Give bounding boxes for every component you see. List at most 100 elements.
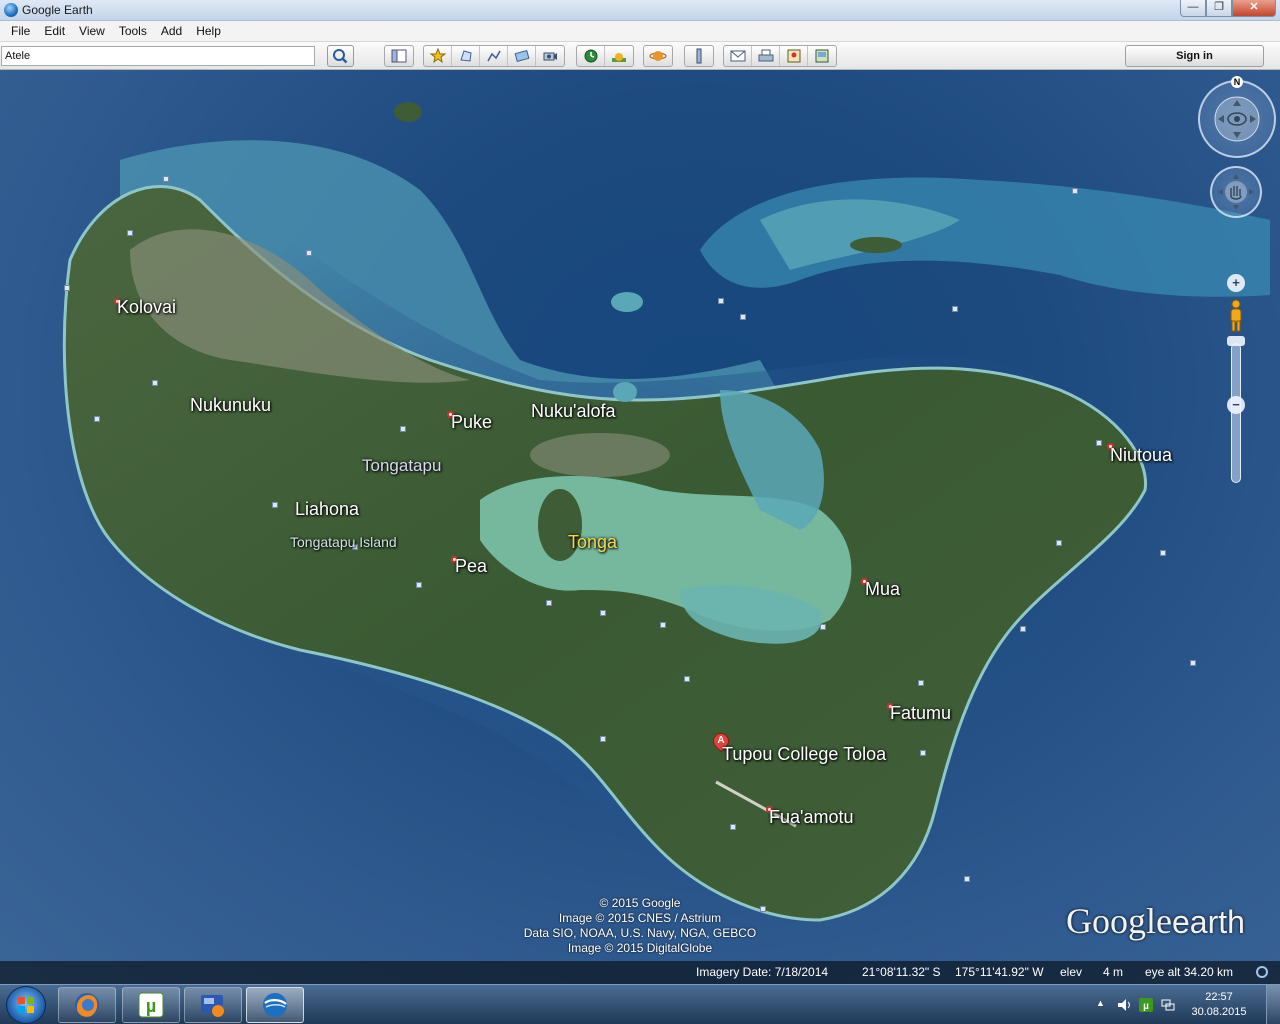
network-icon[interactable] bbox=[1160, 997, 1176, 1013]
earth-map-view[interactable]: A Kolovai Nukunuku Puke Nuku'alofa Tonga… bbox=[0, 70, 1280, 984]
compass-north-indicator[interactable]: N bbox=[1231, 76, 1243, 88]
sidebar-icon bbox=[391, 49, 407, 63]
ruler-group bbox=[684, 45, 714, 67]
sign-in-button[interactable]: Sign in bbox=[1125, 45, 1264, 67]
road-marker bbox=[127, 230, 133, 236]
sidebar-toggle-button[interactable] bbox=[385, 46, 413, 66]
imagery-attribution: © 2015 Google Image © 2015 CNES / Astriu… bbox=[500, 896, 780, 956]
road-marker bbox=[64, 285, 70, 291]
road-marker bbox=[163, 176, 169, 182]
road-marker bbox=[718, 298, 724, 304]
road-marker bbox=[600, 736, 606, 742]
label-fatumu[interactable]: Fatumu bbox=[890, 703, 951, 724]
road-marker bbox=[1072, 188, 1078, 194]
save-image-icon bbox=[815, 49, 829, 63]
label-niutoua[interactable]: Niutoua bbox=[1110, 445, 1172, 466]
label-nukunuku[interactable]: Nukunuku bbox=[190, 395, 271, 416]
label-tongatapu-island[interactable]: Tongatapu Island bbox=[290, 534, 397, 550]
road-marker bbox=[1096, 440, 1102, 446]
taskbar-firefox[interactable] bbox=[58, 987, 116, 1023]
planet-group bbox=[643, 45, 673, 67]
camera-icon bbox=[543, 52, 557, 61]
taskbar-clock[interactable]: 22:57 30.08.2015 bbox=[1184, 990, 1254, 1020]
maximize-button[interactable]: ❐ bbox=[1206, 0, 1232, 17]
attribution-line: © 2015 Google bbox=[599, 896, 681, 910]
close-button[interactable]: ✕ bbox=[1232, 0, 1276, 17]
google-earth-icon bbox=[263, 993, 287, 1017]
nukualofa-urban-area bbox=[530, 433, 670, 477]
reef-islet bbox=[611, 292, 643, 312]
search-icon bbox=[333, 49, 348, 64]
label-mua[interactable]: Mua bbox=[865, 579, 900, 600]
menu-add[interactable]: Add bbox=[154, 21, 189, 41]
menu-view[interactable]: View bbox=[72, 21, 112, 41]
historical-imagery-button[interactable] bbox=[577, 46, 605, 66]
label-pea[interactable]: Pea bbox=[455, 556, 487, 577]
label-tupou-college[interactable]: Tupou College Toloa bbox=[722, 744, 886, 765]
start-button[interactable] bbox=[6, 986, 46, 1024]
zoom-out-button[interactable]: − bbox=[1227, 396, 1245, 414]
add-polygon-button[interactable] bbox=[452, 46, 480, 66]
utorrent-tray-icon[interactable]: µ bbox=[1138, 997, 1154, 1013]
switch-planet-button[interactable] bbox=[644, 46, 672, 66]
eye-icon bbox=[1214, 96, 1260, 142]
zoom-in-button[interactable]: + bbox=[1227, 274, 1245, 292]
label-nukualofa[interactable]: Nuku'alofa bbox=[531, 401, 616, 422]
label-tonga[interactable]: Tonga bbox=[568, 532, 617, 553]
google-earth-logo: Googleearth bbox=[1066, 900, 1245, 942]
sunlight-button[interactable] bbox=[605, 46, 633, 66]
longitude-readout: 175°11'41.92" W bbox=[955, 965, 1044, 979]
zoom-slider-handle[interactable] bbox=[1227, 336, 1245, 346]
search-button[interactable] bbox=[327, 45, 354, 67]
label-kolovai[interactable]: Kolovai bbox=[117, 297, 176, 318]
move-control[interactable] bbox=[1210, 166, 1262, 218]
ruler-button[interactable] bbox=[685, 46, 713, 66]
mail-icon bbox=[730, 50, 745, 62]
minimize-button[interactable]: — bbox=[1180, 0, 1206, 17]
street-view-pegman-icon[interactable] bbox=[1228, 299, 1244, 333]
share-tools-group bbox=[723, 45, 837, 67]
view-in-maps-button[interactable] bbox=[780, 46, 808, 66]
menu-help[interactable]: Help bbox=[189, 21, 228, 41]
road-marker bbox=[952, 306, 958, 312]
road-marker bbox=[730, 824, 736, 830]
system-tray: ▲ µ 22:57 30.08.2015 bbox=[1080, 985, 1280, 1024]
menu-edit[interactable]: Edit bbox=[37, 21, 72, 41]
firefox-icon bbox=[75, 993, 99, 1017]
reef-islet-2 bbox=[613, 382, 637, 402]
record-tour-button[interactable] bbox=[536, 46, 564, 66]
road-marker bbox=[660, 622, 666, 628]
elevation-value: 4 m bbox=[1103, 965, 1124, 979]
toolbar: Sign in bbox=[0, 42, 1280, 70]
label-fuaamotu[interactable]: Fua'amotu bbox=[769, 807, 853, 828]
menu-file[interactable]: File bbox=[4, 21, 37, 41]
tray-expand-arrow[interactable]: ▲ bbox=[1096, 998, 1105, 1008]
satellite-terrain bbox=[38, 102, 1270, 932]
windows-logo-icon bbox=[18, 997, 34, 1013]
email-button[interactable] bbox=[724, 46, 752, 66]
svg-text:µ: µ bbox=[1143, 1001, 1149, 1012]
taskbar-google-earth[interactable] bbox=[246, 987, 304, 1023]
volume-icon[interactable] bbox=[1116, 997, 1132, 1013]
road-marker bbox=[1160, 550, 1166, 556]
taskbar-media-app[interactable] bbox=[184, 987, 242, 1023]
print-button[interactable] bbox=[752, 46, 780, 66]
add-image-overlay-button[interactable] bbox=[508, 46, 536, 66]
taskbar-utorrent[interactable]: µ bbox=[122, 987, 180, 1023]
placemark-icon bbox=[429, 48, 446, 64]
road-marker bbox=[272, 502, 278, 508]
add-path-button[interactable] bbox=[480, 46, 508, 66]
label-puke[interactable]: Puke bbox=[451, 412, 492, 433]
label-tongatapu[interactable]: Tongatapu bbox=[362, 456, 441, 476]
save-image-button[interactable] bbox=[808, 46, 836, 66]
menu-tools[interactable]: Tools bbox=[112, 21, 154, 41]
road-marker bbox=[684, 676, 690, 682]
view-tools-group bbox=[576, 45, 634, 67]
label-liahona[interactable]: Liahona bbox=[295, 499, 359, 520]
add-placemark-button[interactable] bbox=[424, 46, 452, 66]
google-earth-app-icon bbox=[4, 3, 18, 17]
road-marker bbox=[740, 314, 746, 320]
look-control[interactable] bbox=[1198, 80, 1276, 158]
search-input[interactable] bbox=[1, 46, 315, 66]
show-desktop-button[interactable] bbox=[1266, 985, 1280, 1024]
